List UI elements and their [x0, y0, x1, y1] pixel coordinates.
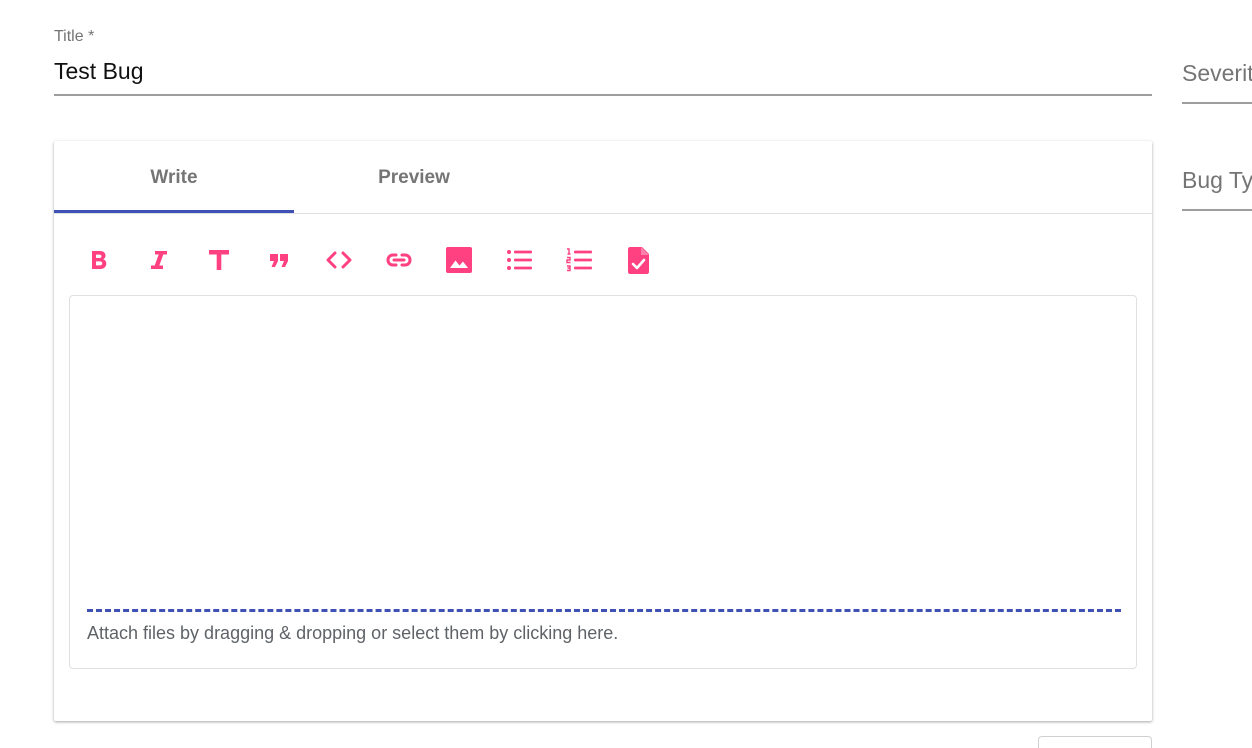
markdown-editor: Write Preview Attach files by dragging &…: [54, 141, 1152, 721]
description-textarea[interactable]: [70, 296, 1136, 608]
italic-icon: [151, 251, 167, 269]
link-icon: [386, 253, 412, 267]
tab-write[interactable]: Write: [54, 141, 294, 213]
bold-icon: [92, 251, 107, 269]
title-underline: [54, 94, 1152, 96]
bug-report-form: Title * Severity Bug Type Write Preview: [0, 0, 1252, 748]
image-icon: [446, 247, 472, 273]
submit-button[interactable]: [1038, 736, 1152, 748]
textarea-dropzone: Attach files by dragging & dropping or s…: [69, 295, 1137, 669]
bug-type-underline: [1182, 209, 1252, 211]
header-icon: [209, 250, 229, 270]
dropzone-divider: [87, 609, 1121, 612]
title-field: Title *: [54, 26, 1152, 96]
editor-tabs: Write Preview: [54, 141, 1152, 214]
unordered-list-button[interactable]: [504, 245, 534, 275]
code-icon: [326, 251, 352, 269]
ordered-list-icon: [566, 248, 592, 272]
tab-preview[interactable]: Preview: [294, 141, 534, 213]
severity-label: Severity: [1182, 60, 1252, 86]
code-button[interactable]: [324, 245, 354, 275]
bug-type-select[interactable]: Bug Type: [1182, 167, 1252, 217]
severity-underline: [1182, 102, 1252, 104]
italic-button[interactable]: [144, 245, 174, 275]
attach-files-link[interactable]: Attach files by dragging & dropping or s…: [87, 623, 618, 644]
title-input[interactable]: [54, 56, 1152, 86]
quote-button[interactable]: [264, 245, 294, 275]
quote-icon: [270, 254, 288, 267]
severity-select[interactable]: Severity: [1182, 60, 1252, 110]
task-list-button[interactable]: [624, 245, 654, 275]
checked-list-icon: [628, 247, 649, 274]
bug-type-label: Bug Type: [1182, 167, 1252, 193]
link-button[interactable]: [384, 245, 414, 275]
header-button[interactable]: [204, 245, 234, 275]
bold-button[interactable]: [84, 245, 114, 275]
active-tab-indicator: [54, 210, 294, 213]
unordered-list-icon: [507, 250, 532, 270]
image-button[interactable]: [444, 245, 474, 275]
title-label: Title *: [54, 28, 95, 45]
ordered-list-button[interactable]: [564, 245, 594, 275]
